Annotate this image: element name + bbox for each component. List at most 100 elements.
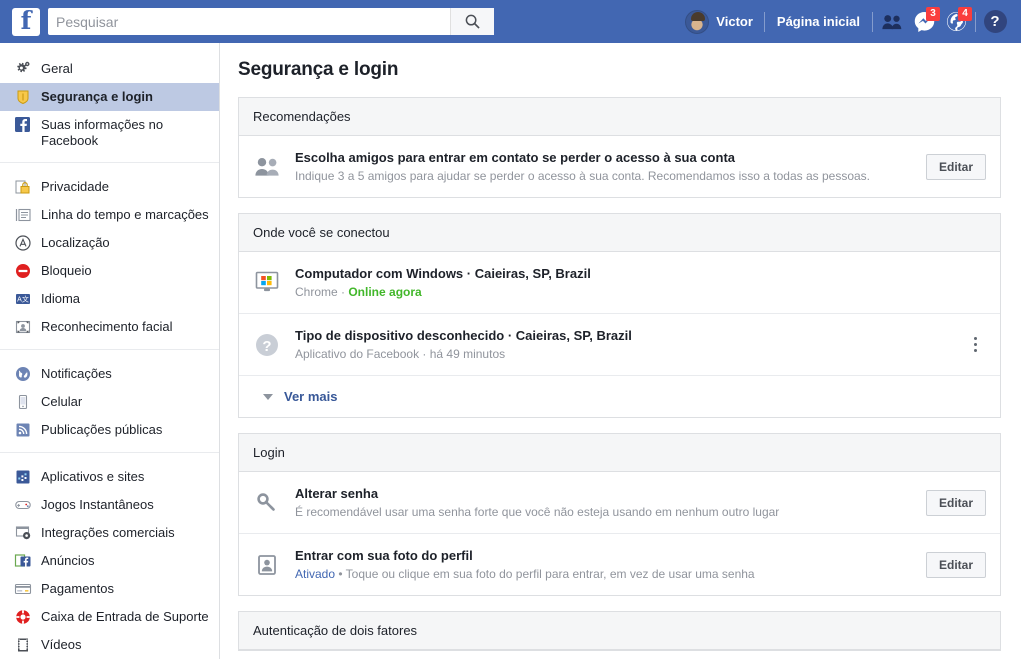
friend-requests-button[interactable]	[876, 8, 908, 36]
page-title: Segurança e login	[238, 59, 399, 80]
timeline-icon	[14, 206, 32, 224]
sidebar-item-label: Vídeos	[41, 637, 82, 652]
sidebar-item-caixa-de-entrada-de-suporte[interactable]: Caixa de Entrada de Suporte	[0, 603, 219, 631]
facebook-logo[interactable]: f	[12, 7, 40, 36]
sidebar-item-bloqueio[interactable]: Bloqueio	[0, 257, 219, 285]
shield-icon	[14, 88, 32, 106]
sidebar-item-label: Caixa de Entrada de Suporte	[41, 609, 209, 624]
row-body: Alterar senha É recomendável usar uma se…	[295, 485, 916, 520]
row-title: Alterar senha	[295, 486, 379, 501]
divider	[975, 11, 976, 32]
facebook-icon	[14, 116, 32, 134]
session-status: Online agora	[348, 285, 422, 299]
sidebar-item-aplicativos-e-sites[interactable]: Aplicativos e sites	[0, 463, 219, 491]
row-title: Entrar com sua foto do perfil	[295, 548, 473, 563]
row-body: Escolha amigos para entrar em contato se…	[295, 149, 916, 184]
lock-icon	[14, 178, 32, 196]
kebab-dot	[973, 349, 977, 352]
edit-button[interactable]: Editar	[925, 551, 986, 578]
see-more-label: Ver mais	[284, 389, 338, 404]
where-logged-in-card: Onde você se conectou Computador com Win…	[238, 213, 1001, 418]
svg-text:?: ?	[262, 337, 271, 354]
sidebar-item-geral[interactable]: Geral	[0, 55, 219, 83]
sidebar-item-label: Celular	[41, 394, 83, 409]
sidebar-item-integracoes-comerciais[interactable]: Integrações comerciais	[0, 519, 219, 547]
row-subtitle: Chrome · Online agora	[295, 284, 986, 300]
key-icon	[253, 492, 281, 514]
divider	[872, 11, 873, 32]
sidebar-item-seguranca-e-login[interactable]: Segurança e login	[0, 83, 219, 111]
two-factor-card: Autenticação de dois fatores	[238, 611, 1001, 651]
top-navigation-bar: f Victor Página inicial	[0, 0, 1021, 43]
sidebar-item-idioma[interactable]: A文 Idioma	[0, 285, 219, 313]
sidebar-item-anuncios[interactable]: Anúncios	[0, 547, 219, 575]
sidebar-item-label: Integrações comerciais	[41, 525, 175, 540]
help-icon: ?	[983, 10, 1007, 33]
card-header: Recomendações	[239, 98, 1000, 136]
sidebar-item-celular[interactable]: Celular	[0, 388, 219, 416]
sidebar-item-pagamentos[interactable]: Pagamentos	[0, 575, 219, 603]
card-header: Login	[239, 434, 1000, 472]
top-nav-right-group: Victor Página inicial 3 4 ?	[677, 0, 1011, 43]
divider	[763, 11, 765, 32]
see-more-button[interactable]: Ver mais	[239, 375, 1000, 417]
sidebar-item-label: Reconhecimento facial	[41, 319, 173, 334]
login-card: Login Alterar senha É recomendável usar …	[238, 433, 1001, 596]
settings-sidebar: Geral Segurança e login Suas informações…	[0, 43, 220, 659]
edit-button[interactable]: Editar	[925, 489, 986, 516]
sidebar-item-videos[interactable]: Vídeos	[0, 631, 219, 659]
sidebar-group: Aplicativos e sites Jogos Instantâneos I…	[0, 452, 219, 659]
sidebar-item-notificacoes[interactable]: Notificações	[0, 360, 219, 388]
notifications-icon	[14, 365, 32, 383]
sidebar-item-label: Segurança e login	[41, 89, 153, 104]
face-recognition-icon	[14, 318, 32, 336]
main-content: Segurança e login Recomendações Escolha …	[220, 43, 1021, 659]
location-icon	[14, 234, 32, 252]
home-link[interactable]: Página inicial	[768, 14, 869, 29]
support-inbox-icon	[14, 608, 32, 626]
language-icon: A文	[14, 290, 32, 308]
session-row: Computador com Windows · Caieiras, SP, B…	[239, 252, 1000, 313]
sidebar-item-linha-do-tempo[interactable]: Linha do tempo e marcações	[0, 201, 219, 229]
search-bar	[48, 8, 494, 35]
sidebar-item-jogos-instantaneos[interactable]: Jogos Instantâneos	[0, 491, 219, 519]
row-body: Tipo de dispositivo desconhecido · Caiei…	[295, 327, 964, 362]
gear-icon	[14, 60, 32, 78]
sidebar-item-label: Localização	[41, 235, 110, 250]
session-options-button[interactable]	[964, 334, 986, 356]
row-body: Entrar com sua foto do perfil Ativado • …	[295, 547, 916, 582]
login-row-profile-photo: Entrar com sua foto do perfil Ativado • …	[239, 533, 1000, 595]
sidebar-group: Geral Segurança e login Suas informações…	[0, 55, 219, 162]
notifications-button[interactable]: 4	[940, 6, 972, 36]
sidebar-item-label: Geral	[41, 61, 73, 76]
sidebar-item-label: Bloqueio	[41, 263, 92, 278]
svg-text:A文: A文	[17, 295, 29, 304]
gamepad-icon	[14, 496, 32, 514]
sidebar-item-label: Suas informações no Facebook	[41, 117, 164, 148]
profile-link[interactable]: Victor	[677, 8, 761, 36]
sidebar-item-localizacao[interactable]: Localização	[0, 229, 219, 257]
block-icon	[14, 262, 32, 280]
search-button[interactable]	[450, 8, 494, 35]
search-input[interactable]	[48, 9, 450, 34]
sidebar-item-label: Linha do tempo e marcações	[41, 207, 209, 222]
friends-icon	[253, 157, 281, 176]
sidebar-group: Privacidade Linha do tempo e marcações L…	[0, 162, 219, 349]
messenger-button[interactable]: 3	[908, 6, 940, 36]
sidebar-item-suas-informacoes[interactable]: Suas informações no Facebook	[0, 111, 219, 154]
sidebar-item-privacidade[interactable]: Privacidade	[0, 173, 219, 201]
profile-name: Victor	[716, 14, 753, 29]
help-button[interactable]: ?	[979, 8, 1011, 36]
sidebar-item-label: Publicações públicas	[41, 422, 163, 437]
sidebar-item-label: Anúncios	[41, 553, 95, 568]
payments-icon	[14, 580, 32, 598]
ads-icon	[14, 552, 32, 570]
search-icon	[465, 14, 480, 29]
row-subtitle: É recomendável usar uma senha forte que …	[295, 505, 780, 519]
sidebar-item-label: Jogos Instantâneos	[41, 497, 154, 512]
row-title: Computador com Windows · Caieiras, SP, B…	[295, 266, 591, 281]
row-subtitle-text: • Toque ou clique em sua foto do perfil …	[335, 567, 755, 581]
edit-button[interactable]: Editar	[925, 153, 986, 180]
sidebar-item-reconhecimento-facial[interactable]: Reconhecimento facial	[0, 313, 219, 341]
sidebar-item-publicacoes-publicas[interactable]: Publicações públicas	[0, 416, 219, 444]
